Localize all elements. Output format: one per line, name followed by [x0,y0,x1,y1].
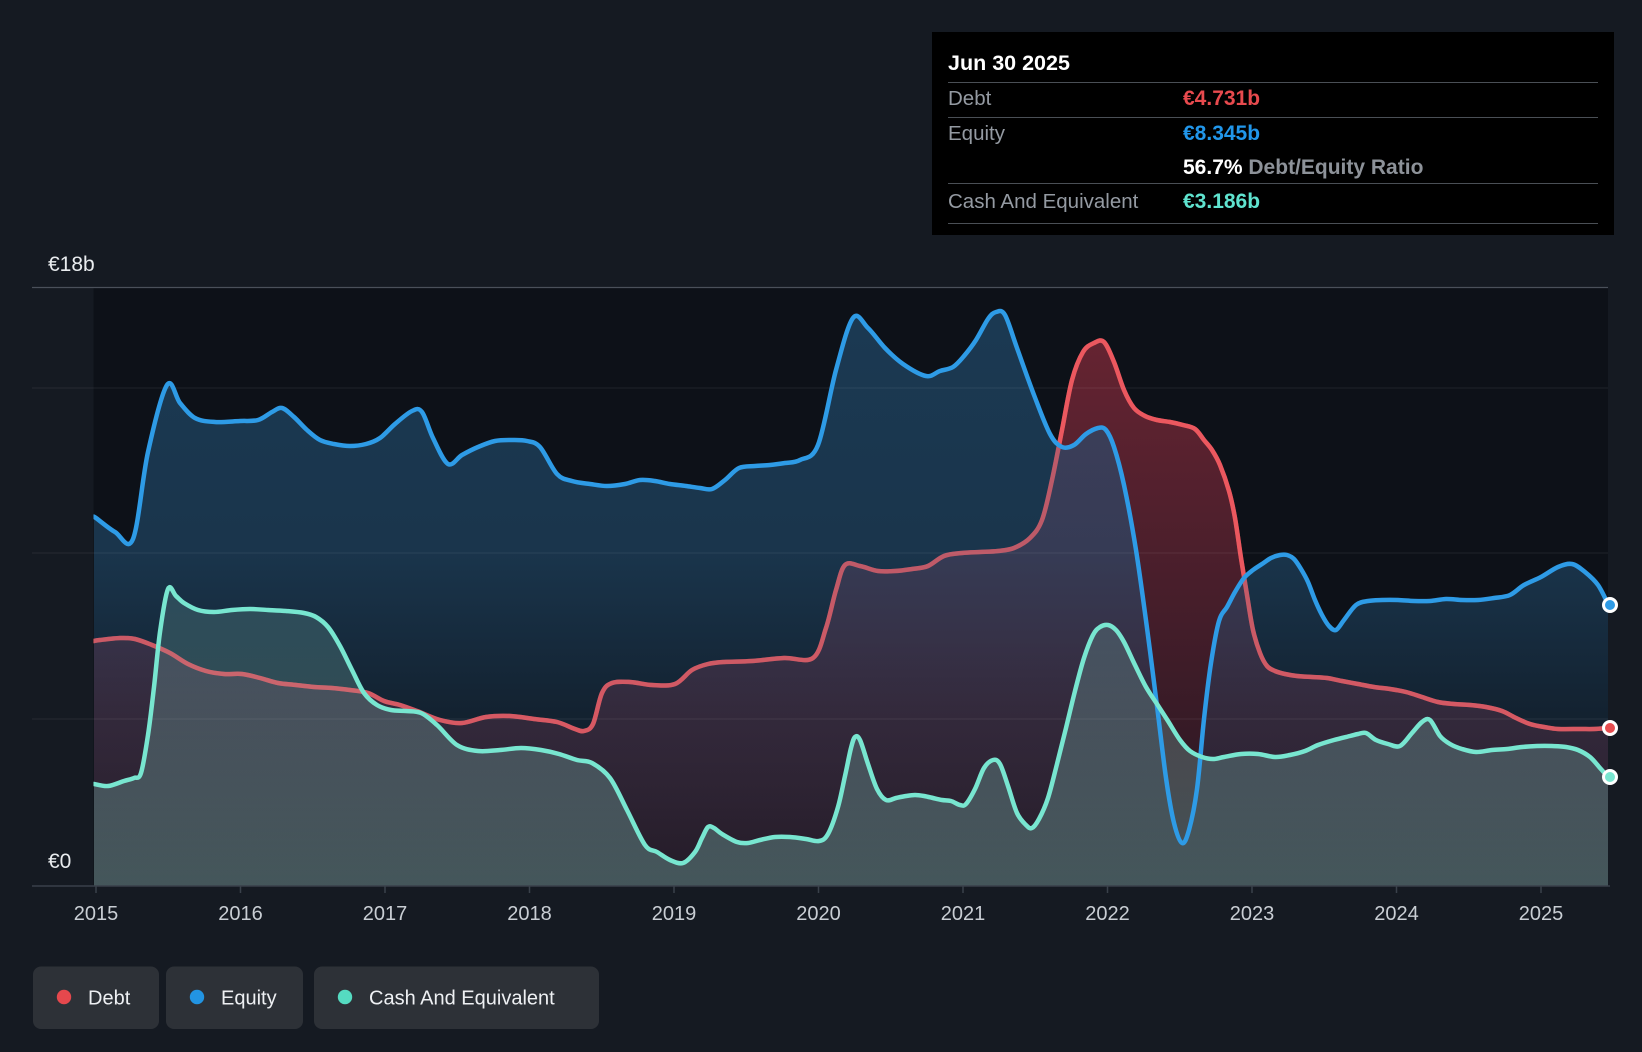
svg-text:€8.345b: €8.345b [1183,122,1260,145]
svg-text:Debt: Debt [948,87,992,110]
svg-text:Equity: Equity [221,988,277,1010]
svg-text:2024: 2024 [1374,903,1419,925]
svg-text:€4.731b: €4.731b [1183,87,1260,110]
svg-text:€3.186b: €3.186b [1183,190,1260,213]
svg-text:2025: 2025 [1519,903,1564,925]
svg-text:2017: 2017 [363,903,408,925]
svg-text:2022: 2022 [1085,903,1130,925]
svg-text:2021: 2021 [941,903,986,925]
svg-text:Equity: Equity [948,122,1006,145]
svg-text:Cash And Equivalent: Cash And Equivalent [369,988,555,1010]
svg-text:2020: 2020 [796,903,841,925]
svg-text:€18b: €18b [48,253,95,276]
svg-text:Debt: Debt [88,988,131,1010]
svg-text:2023: 2023 [1230,903,1275,925]
svg-text:Jun 30 2025: Jun 30 2025 [948,51,1070,75]
svg-text:2019: 2019 [652,903,697,925]
svg-text:2015: 2015 [74,903,119,925]
svg-text:Cash And Equivalent: Cash And Equivalent [948,190,1139,213]
svg-text:56.7% Debt/Equity Ratio: 56.7% Debt/Equity Ratio [1183,156,1423,179]
svg-text:€0: €0 [48,850,71,873]
svg-text:2016: 2016 [218,903,263,925]
svg-text:2018: 2018 [507,903,552,925]
